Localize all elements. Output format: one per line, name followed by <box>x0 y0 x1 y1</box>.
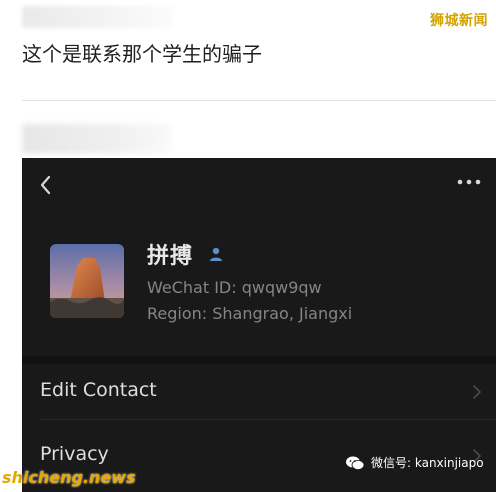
wechat-id: WeChat ID: qwqw9qw <box>147 278 322 297</box>
more-dots-icon[interactable] <box>456 176 482 188</box>
section-separator <box>22 356 496 364</box>
back-chevron-icon[interactable] <box>36 172 56 198</box>
blurred-username-2 <box>22 124 172 154</box>
wechat-watermark-text: 微信号: kanxinjiapo <box>371 456 484 470</box>
watermark-bottom: shicheng.news <box>2 468 136 487</box>
blurred-username <box>22 6 172 28</box>
divider <box>22 100 496 101</box>
post-text: 这个是联系那个学生的骗子 <box>22 42 262 66</box>
wechat-watermark: 微信号: kanxinjiapo <box>345 454 484 471</box>
user-badge-icon <box>210 247 222 261</box>
menu-item-label: Edit Contact <box>40 379 157 401</box>
wechat-logo-icon <box>346 456 365 470</box>
region: Region: Shangrao, Jiangxi <box>147 304 353 323</box>
menu-item-label: Privacy <box>40 443 109 465</box>
menu-edit-contact[interactable]: Edit Contact <box>22 364 496 420</box>
avatar[interactable] <box>50 244 124 318</box>
wechat-profile-screenshot: 拼搏 WeChat ID: qwqw9qw Region: Shangrao, … <box>22 158 496 492</box>
row-divider <box>40 419 496 420</box>
profile-name: 拼搏 <box>147 244 194 269</box>
chevron-right-icon <box>473 385 481 399</box>
watermark-top: 狮城新闻 <box>430 13 488 29</box>
